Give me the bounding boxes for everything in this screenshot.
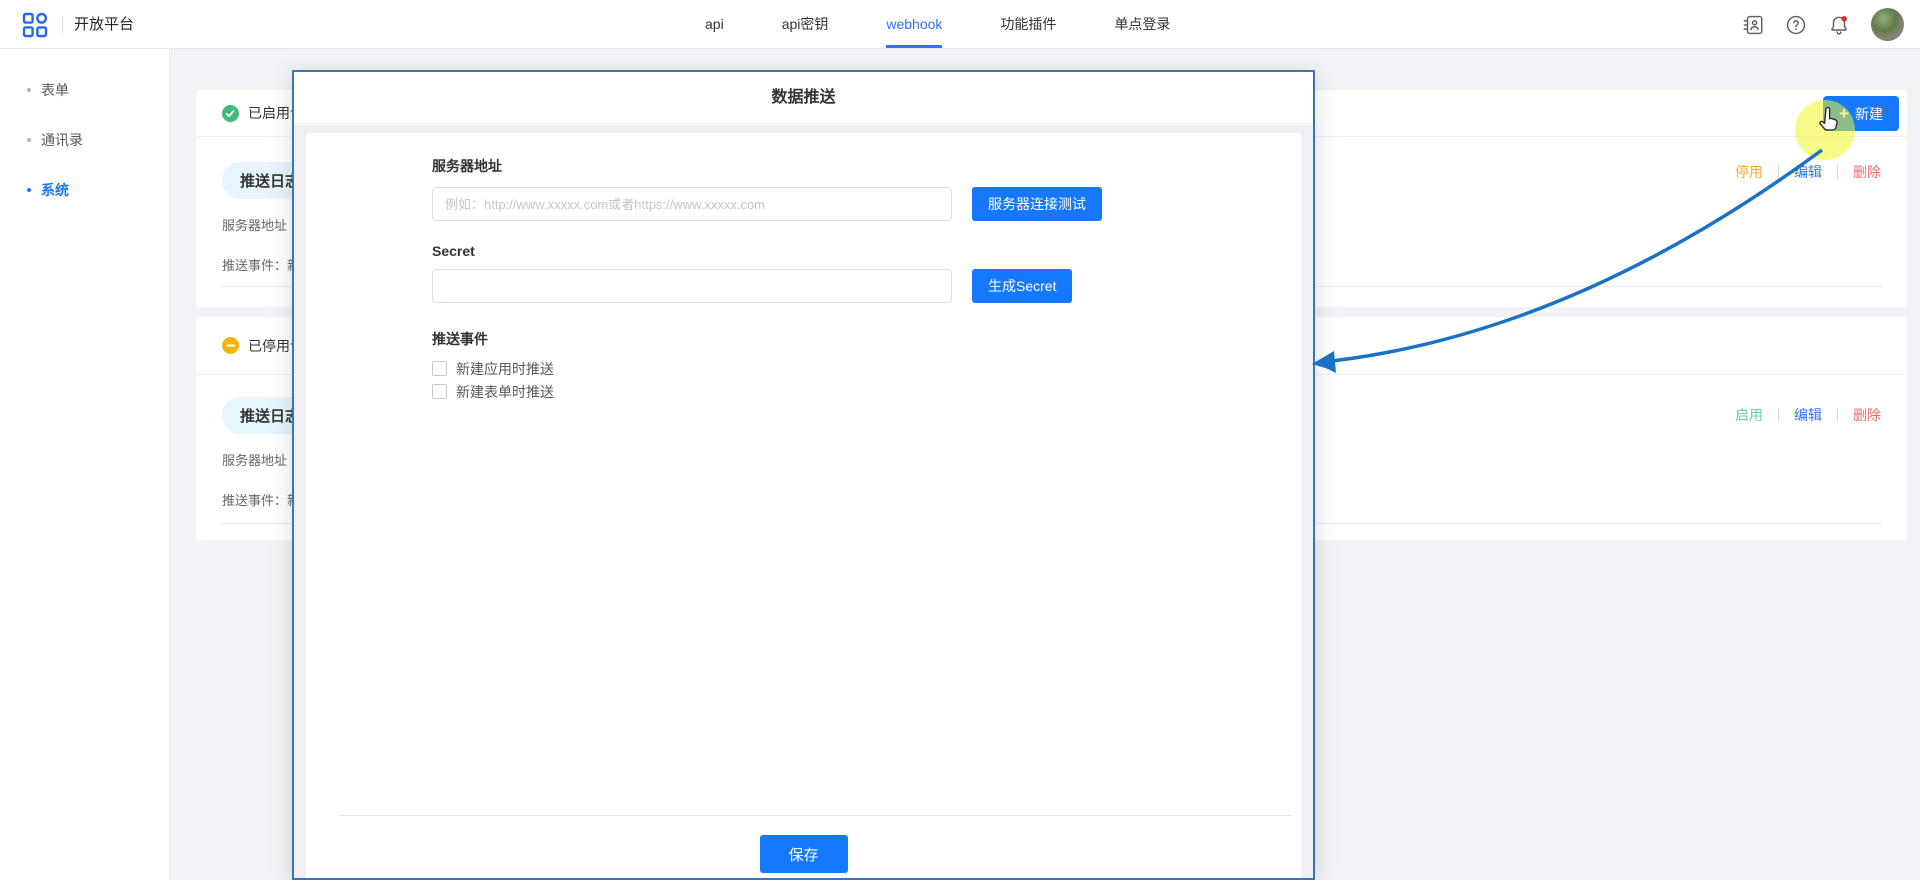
tab-webhook[interactable]: webhook	[886, 0, 942, 48]
contacts-icon[interactable]	[1742, 14, 1764, 36]
sidebar-item-label: 通讯录	[41, 130, 83, 150]
footer-divider	[339, 815, 1291, 816]
modal-body: 服务器地址 服务器连接测试 Secret 生成Secret 推送事件 新建应用时…	[294, 125, 1313, 878]
nav-tabs: api api密钥 webhook 功能插件 单点登录	[705, 0, 1170, 49]
checkbox-new-form[interactable]	[432, 384, 447, 399]
enable-link[interactable]: 启用	[1735, 405, 1763, 425]
tab-sso[interactable]: 单点登录	[1114, 0, 1170, 48]
sidebar-item-contacts[interactable]: 通讯录	[0, 115, 169, 165]
tab-api[interactable]: api	[705, 0, 724, 48]
new-webhook-button[interactable]: + 新建	[1823, 96, 1899, 131]
action-separator	[1837, 165, 1838, 179]
disable-link[interactable]: 停用	[1735, 162, 1763, 182]
navbar-right-icons	[1742, 0, 1904, 49]
sidebar: 表单 通讯录 系统	[0, 49, 170, 880]
bullet-icon	[27, 88, 31, 92]
minus-circle-icon	[222, 337, 239, 354]
action-separator	[1778, 408, 1779, 422]
server-address-input[interactable]	[432, 187, 952, 221]
bullet-icon	[27, 138, 31, 142]
secret-label: Secret	[432, 243, 1261, 259]
enabled-item-actions: 停用 编辑 删除	[1735, 162, 1881, 182]
delete-link[interactable]: 删除	[1853, 405, 1881, 425]
checkbox-label: 新建应用时推送	[456, 359, 554, 379]
delete-link[interactable]: 删除	[1853, 162, 1881, 182]
tab-plugins[interactable]: 功能插件	[1000, 0, 1056, 48]
server-test-button[interactable]: 服务器连接测试	[972, 187, 1102, 221]
modal-title: 数据推送	[294, 72, 1313, 124]
app-logo-icon[interactable]	[22, 12, 48, 38]
sidebar-item-forms[interactable]: 表单	[0, 65, 169, 115]
event-option-row: 新建表单时推送	[432, 382, 1261, 401]
push-events-label: 推送事件	[432, 329, 1261, 349]
generate-secret-button[interactable]: 生成Secret	[972, 269, 1072, 303]
plus-icon: +	[1839, 105, 1849, 122]
tab-api-secret[interactable]: api密钥	[782, 0, 829, 48]
sidebar-item-system[interactable]: 系统	[0, 165, 169, 215]
save-button[interactable]: 保存	[760, 835, 848, 873]
top-navbar: 开放平台 api api密钥 webhook 功能插件 单点登录	[0, 0, 1920, 49]
bullet-icon	[27, 188, 31, 192]
help-icon[interactable]	[1785, 14, 1807, 36]
action-separator	[1778, 165, 1779, 179]
title-divider	[62, 16, 63, 33]
checkbox-label: 新建表单时推送	[456, 382, 554, 402]
modal-form-panel: 服务器地址 服务器连接测试 Secret 生成Secret 推送事件 新建应用时…	[306, 133, 1301, 878]
checkbox-new-app[interactable]	[432, 361, 447, 376]
new-button-label: 新建	[1855, 104, 1883, 124]
event-option-row: 新建应用时推送	[432, 359, 1261, 378]
secret-input[interactable]	[432, 269, 952, 303]
check-circle-icon	[222, 105, 239, 122]
action-separator	[1837, 408, 1838, 422]
sidebar-item-label: 表单	[41, 80, 69, 100]
notification-bell-icon[interactable]	[1828, 14, 1850, 36]
edit-link[interactable]: 编辑	[1794, 162, 1822, 182]
sidebar-item-label: 系统	[41, 180, 69, 200]
server-address-label: 服务器地址	[432, 156, 1261, 176]
user-avatar[interactable]	[1871, 8, 1904, 41]
disabled-item-actions: 启用 编辑 删除	[1735, 405, 1881, 425]
page-title: 开放平台	[74, 0, 134, 49]
data-push-modal: 数据推送 服务器地址 服务器连接测试 Secret 生成Secret 推送事件 …	[292, 70, 1315, 880]
edit-link[interactable]: 编辑	[1794, 405, 1822, 425]
